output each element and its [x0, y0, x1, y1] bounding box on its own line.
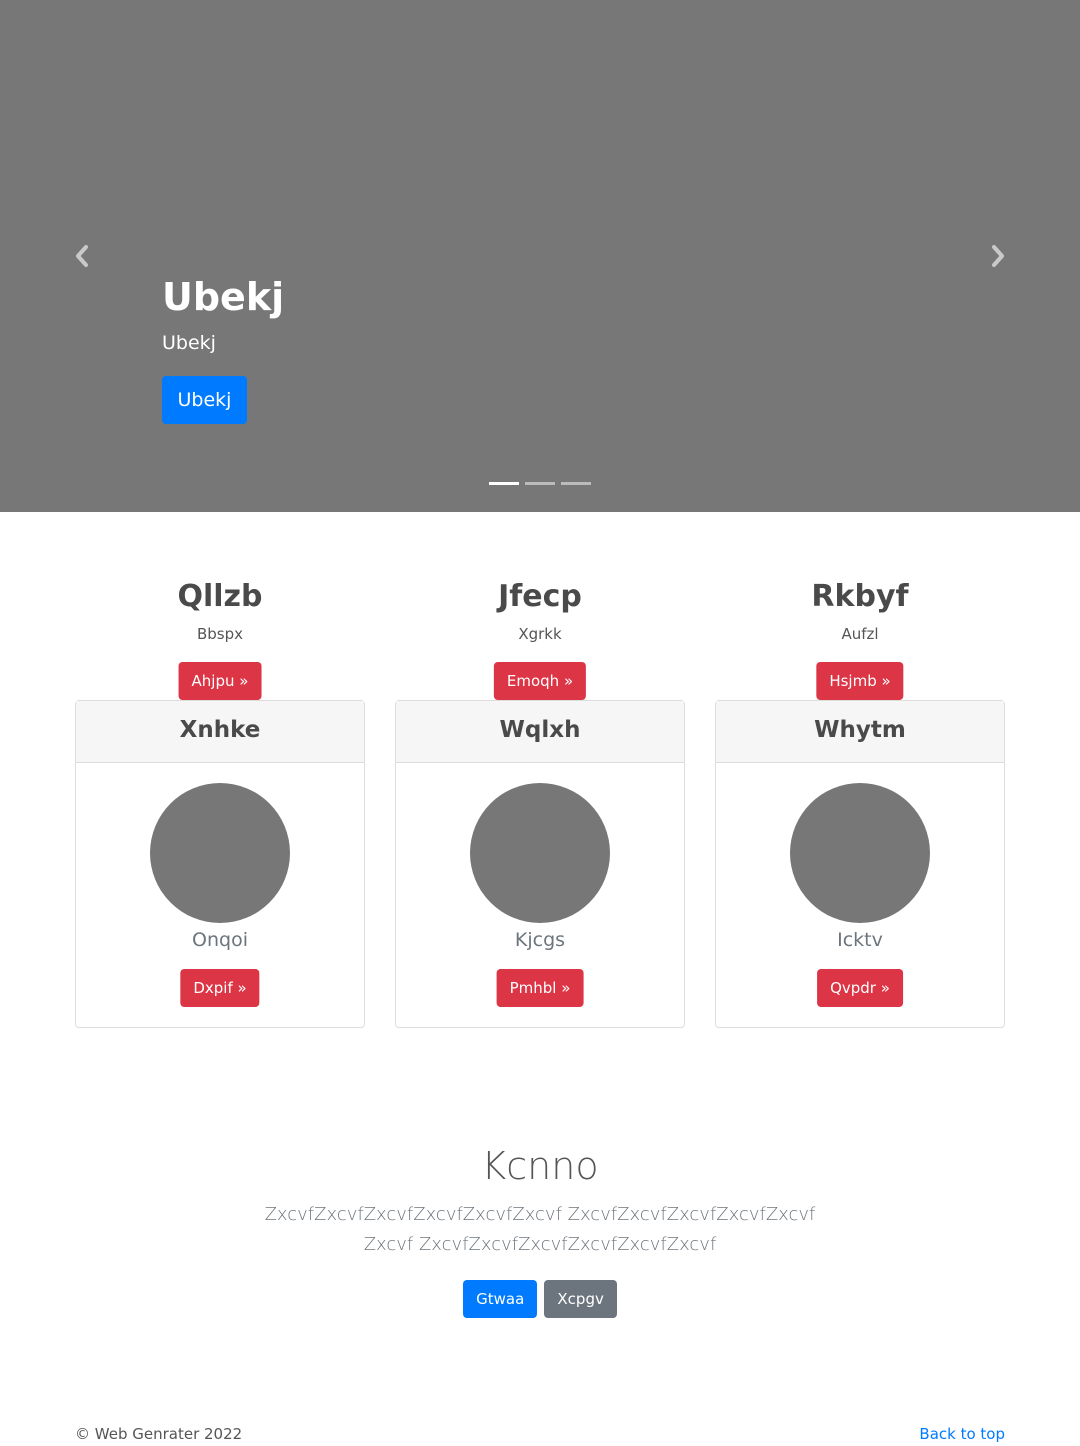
secondary-button[interactable]: Xcpgv	[544, 1280, 617, 1318]
carousel-indicator-2[interactable]	[525, 482, 555, 485]
carousel-subtitle: Ubekj	[162, 332, 216, 354]
back-to-top-link[interactable]: Back to top	[919, 1423, 1005, 1445]
profile-card: Whytm Icktv Qvpdr »	[715, 700, 1005, 1028]
chevron-right-icon	[992, 245, 1004, 267]
card-text: Onqoi	[192, 929, 248, 951]
section-body: ZxcvfZxcvfZxcvfZxcvfZxcvfZxcvf ZxcvfZxcv…	[264, 1204, 816, 1255]
feature-button[interactable]: Emoqh »	[493, 662, 587, 700]
carousel-indicator-1[interactable]	[489, 482, 519, 485]
carousel-indicators	[489, 482, 591, 485]
card-header: Whytm	[716, 701, 1004, 763]
avatar-placeholder	[150, 783, 290, 923]
section-title: Kcnno	[481, 1144, 599, 1188]
carousel-cta-button[interactable]: Ubekj	[162, 376, 247, 424]
carousel-title: Ubekj	[162, 275, 285, 319]
feature-column: Qllzb Bbspx Ahjpu »	[75, 576, 365, 700]
carousel-indicator-3[interactable]	[561, 482, 591, 485]
avatar-placeholder	[470, 783, 610, 923]
profile-card: Xnhke Onqoi Dxpif »	[75, 700, 365, 1028]
feature-text: Aufzl	[841, 625, 879, 643]
intro-section: Kcnno ZxcvfZxcvfZxcvfZxcvfZxcvfZxcvf Zxc…	[0, 1140, 1080, 1318]
feature-button[interactable]: Hsjmb »	[816, 662, 904, 700]
feature-text: Xgrkk	[518, 625, 562, 643]
card-header: Xnhke	[76, 701, 364, 763]
profile-card: Wqlxh Kjcgs Pmhbl »	[395, 700, 685, 1028]
feature-column: Jfecp Xgrkk Emoqh »	[395, 576, 685, 700]
chevron-left-icon	[76, 245, 88, 267]
carousel-next-button[interactable]	[986, 242, 1010, 270]
feature-button[interactable]: Ahjpu »	[178, 662, 262, 700]
feature-title: Rkbyf	[811, 579, 909, 614]
carousel-prev-button[interactable]	[70, 242, 94, 270]
card-header: Wqlxh	[396, 701, 684, 763]
feature-title: Qllzb	[177, 579, 263, 614]
hero-carousel: Ubekj Ubekj Ubekj	[0, 0, 1080, 512]
card-text: Kjcgs	[514, 929, 566, 951]
section-actions: Gtwaa Xcpgv	[0, 1280, 1080, 1318]
carousel-caption: Ubekj Ubekj Ubekj	[162, 272, 285, 424]
card-button[interactable]: Qvpdr »	[817, 969, 903, 1007]
feature-text: Bbspx	[196, 625, 244, 643]
primary-button[interactable]: Gtwaa	[463, 1280, 538, 1318]
footer-copyright: © Web Genrater 2022	[75, 1425, 243, 1443]
avatar-placeholder	[790, 783, 930, 923]
feature-title: Jfecp	[498, 579, 582, 614]
card-text: Icktv	[837, 929, 883, 951]
card-button[interactable]: Dxpif »	[180, 969, 260, 1007]
feature-column: Rkbyf Aufzl Hsjmb »	[715, 576, 1005, 700]
card-button[interactable]: Pmhbl »	[496, 969, 584, 1007]
